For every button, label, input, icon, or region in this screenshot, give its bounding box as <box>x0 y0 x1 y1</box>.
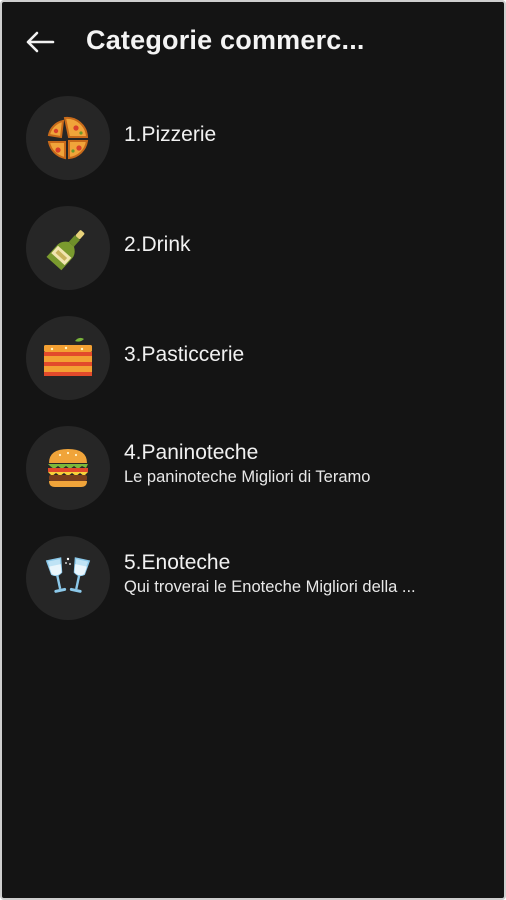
burger-icon <box>48 449 88 487</box>
category-title: 4.Paninoteche <box>124 441 259 464</box>
category-avatar <box>26 96 110 180</box>
category-avatar <box>26 426 110 510</box>
category-item-pasticcerie[interactable]: 3.Pasticcerie <box>2 306 504 416</box>
category-avatar <box>26 536 110 620</box>
bottle-icon <box>46 230 85 271</box>
arrow-left-icon <box>26 31 55 53</box>
category-text: 3.Pasticcerie <box>124 343 488 367</box>
category-text: 2.Drink <box>124 233 488 257</box>
category-title: 3.Pasticcerie <box>124 343 245 366</box>
category-avatar <box>26 316 110 400</box>
category-title: 1.Pizzerie <box>124 123 217 146</box>
cake-icon <box>44 337 92 376</box>
category-subtitle: Qui troverai le Enoteche Migliori della … <box>124 578 416 596</box>
wine-glasses-icon <box>45 557 91 593</box>
category-item-enoteche[interactable]: 5.Enoteche Qui troverai le Enoteche Migl… <box>2 526 504 636</box>
category-item-paninoteche[interactable]: 4.Paninoteche Le paninoteche Migliori di… <box>2 416 504 526</box>
category-text: 5.Enoteche Qui troverai le Enoteche Migl… <box>124 551 488 597</box>
category-item-drink[interactable]: 2.Drink <box>2 196 504 306</box>
pizza-icon <box>47 116 89 160</box>
category-subtitle: Le paninoteche Migliori di Teramo <box>124 468 371 486</box>
category-text: 1.Pizzerie <box>124 123 488 147</box>
page-title: Categorie commerc... <box>86 25 365 55</box>
category-avatar <box>26 206 110 290</box>
category-text: 4.Paninoteche Le paninoteche Migliori di… <box>124 441 488 487</box>
category-title: 2.Drink <box>124 233 191 256</box>
app-screen: Categorie commerc... 1.Pizzerie 2.Drink … <box>0 0 506 900</box>
app-bar: Categorie commerc... <box>2 2 504 88</box>
category-title: 5.Enoteche <box>124 551 231 574</box>
category-item-pizzerie[interactable]: 1.Pizzerie <box>2 86 504 196</box>
back-button[interactable] <box>22 26 58 58</box>
